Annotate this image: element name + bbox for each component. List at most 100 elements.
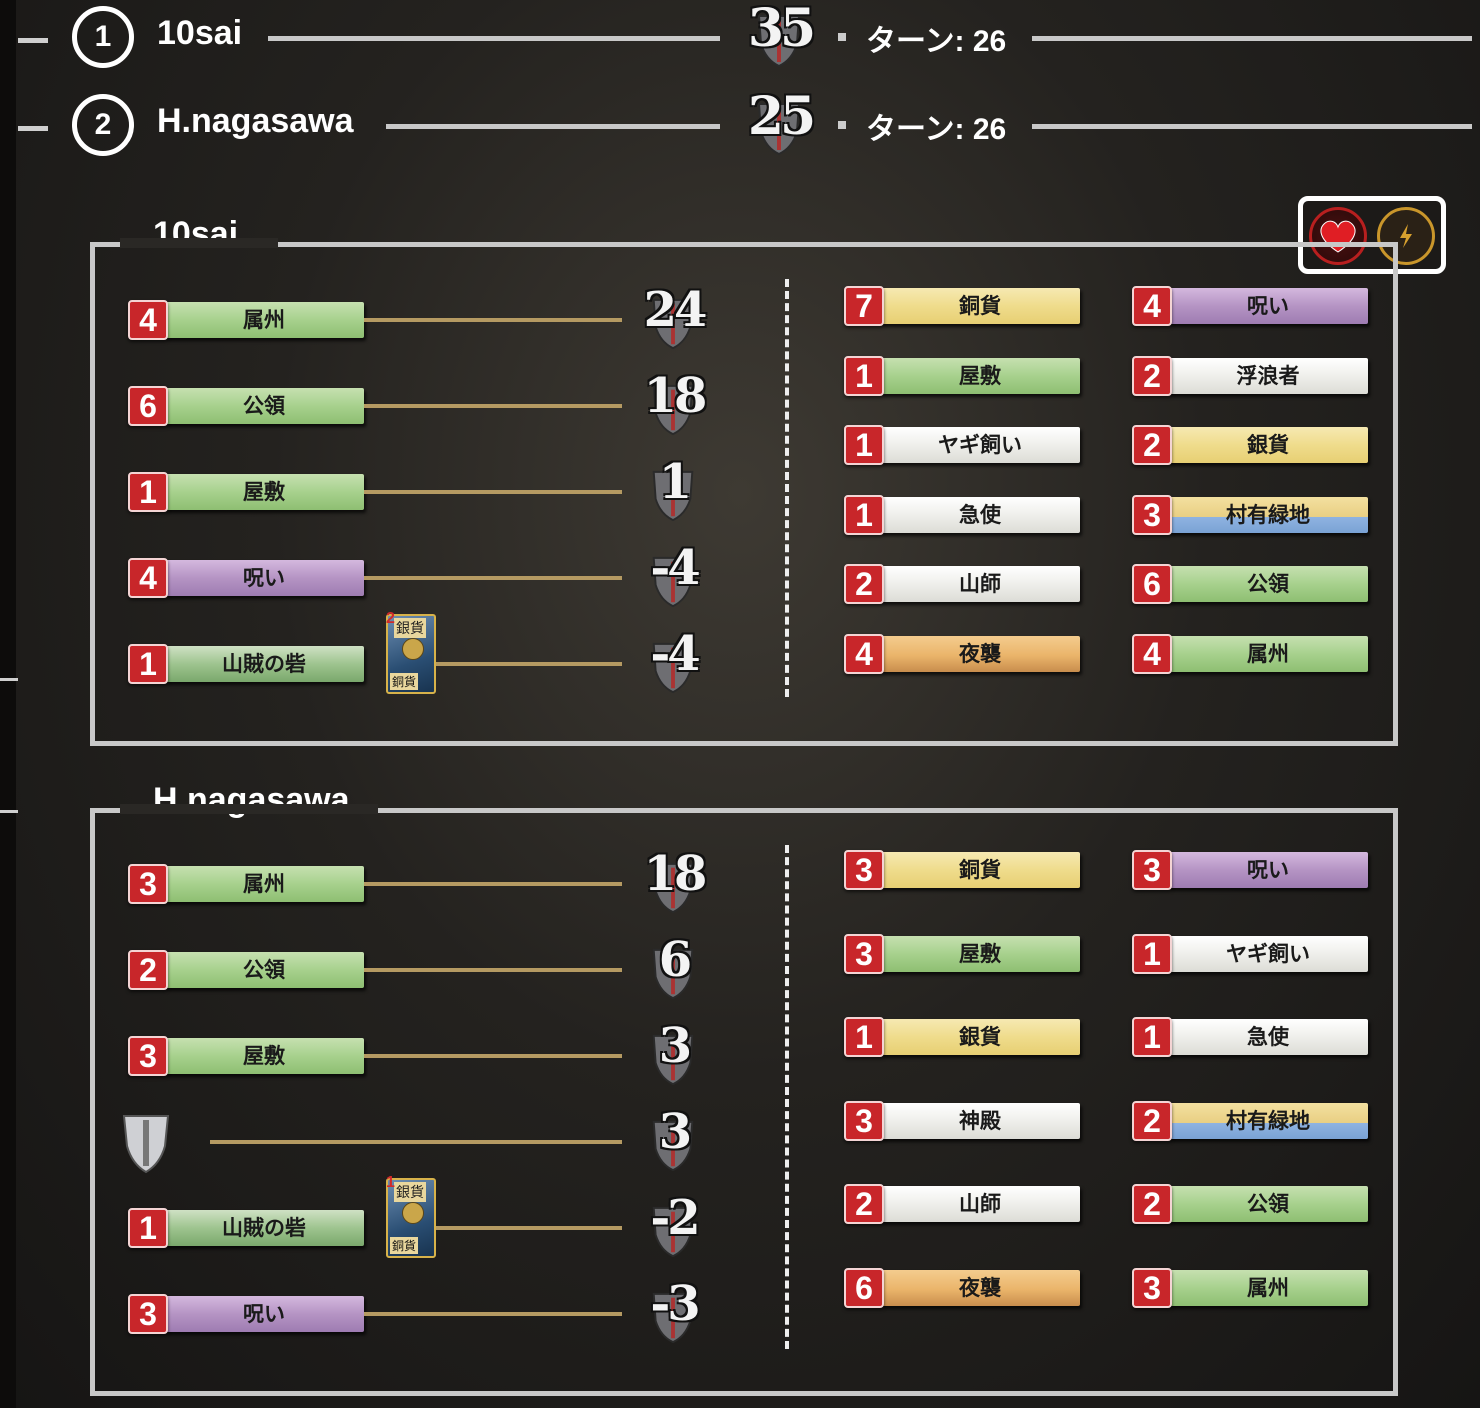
vp-connector <box>364 318 622 322</box>
card-pile[interactable]: 3 屋敷 <box>128 1036 366 1076</box>
player-name[interactable]: H.nagasawa <box>157 102 354 141</box>
card-pile[interactable]: 2 銀貨 <box>1132 425 1370 465</box>
column-divider <box>785 279 789 697</box>
card-count: 3 <box>1132 1268 1172 1308</box>
title-gap <box>120 238 278 248</box>
card-pile[interactable]: 1 ヤギ飼い <box>1132 934 1370 974</box>
card-pile[interactable]: 1 急使 <box>844 495 1082 535</box>
card-pile[interactable]: 1 急使 <box>1132 1017 1370 1057</box>
card-pile[interactable]: 3 屋敷 <box>844 934 1082 974</box>
card-count: 3 <box>844 850 884 890</box>
card-pile[interactable]: 6 夜襲 <box>844 1268 1082 1308</box>
card-pile[interactable]: 3 村有緑地 <box>1132 495 1370 535</box>
card-name: 属州 <box>164 302 364 338</box>
card-pile[interactable]: 1 銀貨 <box>844 1017 1082 1057</box>
card-count: 6 <box>844 1268 884 1308</box>
vp-value: -2 <box>650 1190 700 1246</box>
card-pile[interactable]: 1 屋敷 <box>844 356 1082 396</box>
vp-value: 18 <box>643 368 708 424</box>
card-pile[interactable]: 4 夜襲 <box>844 634 1082 674</box>
row-dash <box>18 38 48 43</box>
card-name: 急使 <box>1168 1019 1368 1055</box>
vp-shield: 24 <box>634 282 714 350</box>
vp-value: 3 <box>658 1018 692 1074</box>
player-name[interactable]: 10sai <box>157 14 242 53</box>
card-count: 2 <box>844 564 884 604</box>
card-pile[interactable]: 2 山師 <box>844 1184 1082 1224</box>
card-count: 1 <box>1132 934 1172 974</box>
card-pile[interactable]: 1 ヤギ飼い <box>844 425 1082 465</box>
card-pile[interactable]: 2 浮浪者 <box>1132 356 1370 396</box>
vp-shield: 6 <box>634 932 714 1000</box>
card-name: 呪い <box>164 560 364 596</box>
vp-connector <box>210 1140 622 1144</box>
card-pile[interactable]: 2 村有緑地 <box>1132 1101 1370 1141</box>
card-pile[interactable]: 2 山師 <box>844 564 1082 604</box>
card-name: 夜襲 <box>880 636 1080 672</box>
vp-shield: 18 <box>634 368 714 436</box>
card-pile[interactable]: 7 銅貨 <box>844 286 1082 326</box>
card-pile[interactable]: 1 屋敷 <box>128 472 366 512</box>
attached-card-top: 銀貨 <box>394 1182 426 1202</box>
card-name: 浮浪者 <box>1168 358 1368 394</box>
card-name: 銅貨 <box>880 852 1080 888</box>
attached-card-count: 2 <box>386 610 395 627</box>
card-pile[interactable]: 4 呪い <box>128 558 366 598</box>
card-name: 夜襲 <box>880 1270 1080 1306</box>
card-name: 村有緑地 <box>1168 1103 1368 1139</box>
vp-shield: -4 <box>634 626 714 694</box>
attached-card-bottom: 銅貨 <box>390 1237 419 1254</box>
card-count: 2 <box>1132 356 1172 396</box>
vp-value: -4 <box>650 626 700 682</box>
card-count: 4 <box>128 558 168 598</box>
vp-connector <box>364 968 622 972</box>
vp-shield: 1 <box>634 454 714 522</box>
card-count: 2 <box>128 950 168 990</box>
card-pile[interactable]: 6 公領 <box>1132 564 1370 604</box>
card-name: 公領 <box>1168 1186 1368 1222</box>
score-shield: 35 <box>740 0 820 72</box>
row-dash <box>18 126 48 131</box>
card-name: 山賊の砦 <box>164 1210 364 1246</box>
separator-dot <box>838 121 846 129</box>
panel-title: H.nagasawa <box>153 781 350 819</box>
column-divider <box>785 845 789 1349</box>
card-pile[interactable]: 1 山賊の砦 <box>128 1208 366 1248</box>
card-pile[interactable]: 4 呪い <box>1132 286 1370 326</box>
card-pile[interactable]: 3 呪い <box>128 1294 366 1334</box>
card-pile[interactable]: 4 属州 <box>1132 634 1370 674</box>
scoreboard-row-2: 2 H.nagasawa 25 ターン: 26 <box>0 86 1480 168</box>
separator-dot <box>838 33 846 41</box>
card-pile[interactable]: 1 山賊の砦 <box>128 644 366 684</box>
score-value: 35 <box>747 0 816 59</box>
attached-card[interactable]: 銀貨 1 銅貨 <box>386 1174 436 1258</box>
card-count: 4 <box>844 634 884 674</box>
attached-card[interactable]: 銀貨 2 銅貨 <box>386 610 436 694</box>
card-pile[interactable]: 3 属州 <box>128 864 366 904</box>
card-pile[interactable]: 3 属州 <box>1132 1268 1370 1308</box>
card-count: 3 <box>128 1036 168 1076</box>
card-pile[interactable]: 2 公領 <box>128 950 366 990</box>
row-line <box>268 36 720 41</box>
card-pile[interactable]: 3 呪い <box>1132 850 1370 890</box>
attached-card-top: 銀貨 <box>394 618 426 638</box>
card-name: 公領 <box>164 388 364 424</box>
card-count: 1 <box>128 1208 168 1248</box>
vp-value: 3 <box>658 1104 692 1160</box>
edge-tick <box>0 810 18 813</box>
title-gap <box>120 804 378 814</box>
coin-icon <box>402 1202 424 1224</box>
vp-connector <box>364 1312 622 1316</box>
score-value: 25 <box>747 86 816 147</box>
vp-value: -4 <box>650 540 700 596</box>
vp-value: 1 <box>658 454 692 510</box>
card-pile[interactable]: 3 神殿 <box>844 1101 1082 1141</box>
card-name: 銅貨 <box>880 288 1080 324</box>
card-pile[interactable]: 3 銅貨 <box>844 850 1082 890</box>
card-count: 4 <box>1132 286 1172 326</box>
card-pile[interactable]: 4 属州 <box>128 300 366 340</box>
score-shield: 25 <box>740 84 820 160</box>
card-pile[interactable]: 2 公領 <box>1132 1184 1370 1224</box>
card-pile[interactable]: 6 公領 <box>128 386 366 426</box>
card-name: 呪い <box>1168 288 1368 324</box>
